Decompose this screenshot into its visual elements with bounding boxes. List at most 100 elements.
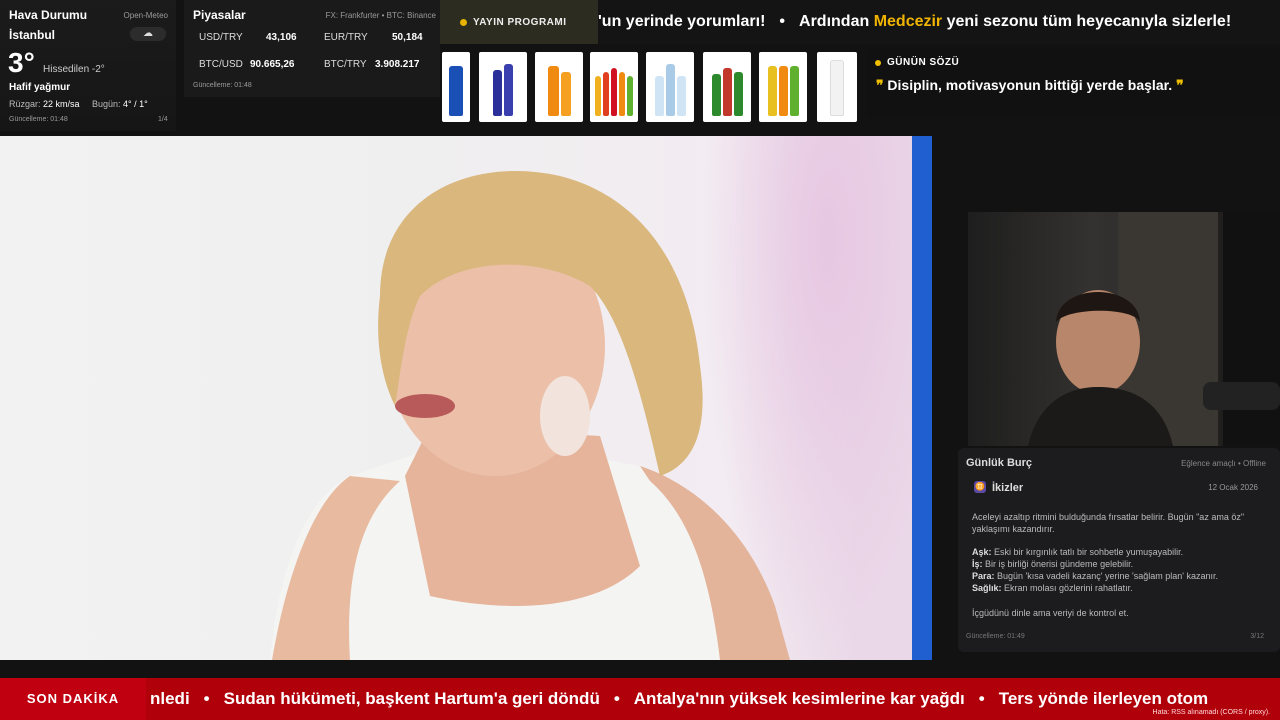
bottle-icon xyxy=(603,72,609,116)
money-text: Bugün 'kısa vadeli kazanç' yerine 'sağla… xyxy=(994,571,1219,581)
news-item: nledi xyxy=(150,689,190,708)
schedule-button[interactable]: YAYIN PROGRAMI xyxy=(440,0,598,44)
news-separator: • xyxy=(613,689,620,708)
horoscope-love: Aşk: Eski bir kırgınlık tatlı bir sohbet… xyxy=(972,547,1183,557)
bottle-icon xyxy=(619,72,625,116)
bottle-icon xyxy=(595,76,601,116)
market-value: 3.908.217 xyxy=(375,59,420,70)
horoscope-updated: Güncelleme: 01:49 xyxy=(966,633,1025,640)
market-label: EUR/TRY xyxy=(324,32,368,43)
bottle-icon xyxy=(560,72,571,116)
weather-condition: Hafif yağmur xyxy=(9,82,71,93)
ticker-highlight: Medcezir xyxy=(873,13,943,30)
love-text: Eski bir kırgınlık tatlı bir sohbetle yu… xyxy=(991,547,1184,557)
quote-heading: GÜNÜN SÖZÜ xyxy=(875,57,959,68)
ticker-item: 'un yerinde yorumları! xyxy=(598,13,766,30)
bottle-icon xyxy=(611,68,617,116)
presenter-silhouette xyxy=(270,171,790,660)
weather-source: Open-Meteo xyxy=(123,11,168,20)
main-video-feed xyxy=(0,136,932,660)
news-item: Sudan hükümeti, başkent Hartum'a geri dö… xyxy=(223,689,600,708)
markets-title: Piyasalar xyxy=(193,8,246,22)
product-tile xyxy=(817,52,857,122)
quote-open-icon: ❞ xyxy=(876,77,884,93)
horoscope-closing: İçgüdünü dinle ama veriyi de kontrol et. xyxy=(972,608,1129,618)
health-label: Sağlık: xyxy=(972,583,1002,593)
horoscope-date: 12 Ocak 2026 xyxy=(1208,483,1258,492)
bottle-icon xyxy=(789,66,799,116)
wind-label: Rüzgar: xyxy=(9,99,41,109)
horoscope-meta: Eğlence amaçlı • Offline xyxy=(1181,459,1266,468)
bottle-icon xyxy=(733,72,743,116)
news-separator: • xyxy=(203,689,210,708)
market-value: 43,106 xyxy=(266,32,297,43)
markets-source: FX: Frankfurter • BTC: Binance xyxy=(325,11,436,20)
bottle-icon xyxy=(830,60,844,116)
cloud-rain-icon: ☁ xyxy=(130,27,166,41)
bottle-icon xyxy=(665,64,675,116)
quote-heading-label: GÜNÜN SÖZÜ xyxy=(887,57,960,68)
top-ticker: 'un yerinde yorumları! • Ardından Medcezir… xyxy=(598,0,1280,44)
bottle-icon xyxy=(627,76,633,116)
weather-updated: Güncelleme: 01:48 xyxy=(9,116,68,123)
horoscope-intro: Aceleyi azaltıp ritmini bulduğunda fırsa… xyxy=(972,512,1245,534)
horoscope-work: İş: Bir iş birliği önerisi gündeme geleb… xyxy=(972,559,1133,569)
market-btc-usd: BTC/USD xyxy=(199,59,243,70)
wind-value: 22 km/sa xyxy=(43,99,80,109)
news-item: Ters yönde ilerleyen otom xyxy=(998,689,1209,708)
product-tile xyxy=(590,52,638,122)
product-tile xyxy=(535,52,583,122)
weather-page-indicator: 1/4 xyxy=(158,116,168,123)
horoscope-sign: İkizler xyxy=(992,482,1024,494)
horoscope-title: Günlük Burç xyxy=(966,457,1033,469)
love-label: Aşk: xyxy=(972,547,992,557)
health-text: Ekran molası gözlerini rahatlatır. xyxy=(1001,583,1133,593)
bottle-icon xyxy=(493,70,502,116)
bottle-icon xyxy=(722,68,732,116)
ticker-item-pre: Ardından xyxy=(799,13,874,30)
bottle-icon xyxy=(449,66,463,116)
market-label: USD/TRY xyxy=(199,32,243,43)
breaking-news-ticker: nledi • Sudan hükümeti, başkent Hartum'a g… xyxy=(150,678,1280,720)
webcam-feed xyxy=(968,212,1280,446)
today-value: 4° / 1° xyxy=(123,99,148,109)
product-tile xyxy=(759,52,807,122)
bottle-icon xyxy=(547,66,559,116)
market-label: BTC/TRY xyxy=(324,59,367,70)
bottle-icon xyxy=(676,76,686,116)
weather-wind: Rüzgar: 22 km/sa xyxy=(9,99,80,109)
quote-body: Disiplin, motivasyonun bittiği yerde baş… xyxy=(883,77,1177,93)
news-item: Antalya'nın yüksek kesimlerine kar yağdı xyxy=(633,689,965,708)
quote-of-the-day: GÜNÜN SÖZÜ ❞ Disiplin, motivasyonun bitt… xyxy=(866,48,1280,118)
weather-today: Bugün: 4° / 1° xyxy=(92,99,148,109)
weather-city: İstanbul xyxy=(9,28,56,42)
rss-error-text: Hata: RSS alınamadı (CORS / proxy). xyxy=(1152,709,1270,716)
bottle-icon xyxy=(504,64,513,116)
work-text: Bir iş birliği önerisi gündeme gelebilir… xyxy=(982,559,1134,569)
today-label: Bugün: xyxy=(92,99,121,109)
daily-horoscope-panel: Günlük Burç Eğlence amaçlı • Offline ♊ İ… xyxy=(958,448,1280,652)
quote-text: ❞ Disiplin, motivasyonun bittiği yerde b… xyxy=(876,77,1184,94)
markets-updated: Güncelleme: 01:48 xyxy=(193,82,252,89)
gemini-icon: ♊ xyxy=(974,481,986,493)
breaking-news-label: SON DAKİKA xyxy=(0,678,146,720)
market-value: 90.665,26 xyxy=(250,59,295,70)
market-eur-try: EUR/TRY xyxy=(324,32,368,43)
horoscope-health: Sağlık: Ekran molası gözlerini rahatlatı… xyxy=(972,583,1133,593)
work-label: İş: xyxy=(972,559,983,569)
schedule-label: YAYIN PROGRAMI xyxy=(473,16,567,28)
breaking-news-bar: SON DAKİKA nledi • Sudan hükümeti, başkent… xyxy=(0,678,1280,720)
horoscope-page-indicator: 3/12 xyxy=(1250,633,1264,640)
news-separator: • xyxy=(978,689,985,708)
product-tile xyxy=(646,52,694,122)
product-tile xyxy=(479,52,527,122)
bottle-icon xyxy=(778,66,788,116)
product-tile xyxy=(703,52,751,122)
market-btc-try: BTC/TRY xyxy=(324,59,367,70)
markets-widget: Piyasalar FX: Frankfurter • BTC: Binance… xyxy=(184,0,440,97)
weather-widget: Hava Durumu Open-Meteo İstanbul ☁ 3° His… xyxy=(0,0,176,131)
bottle-icon xyxy=(654,76,664,116)
market-value: 50,184 xyxy=(392,32,423,43)
money-label: Para: xyxy=(972,571,995,581)
market-label: BTC/USD xyxy=(199,59,243,70)
